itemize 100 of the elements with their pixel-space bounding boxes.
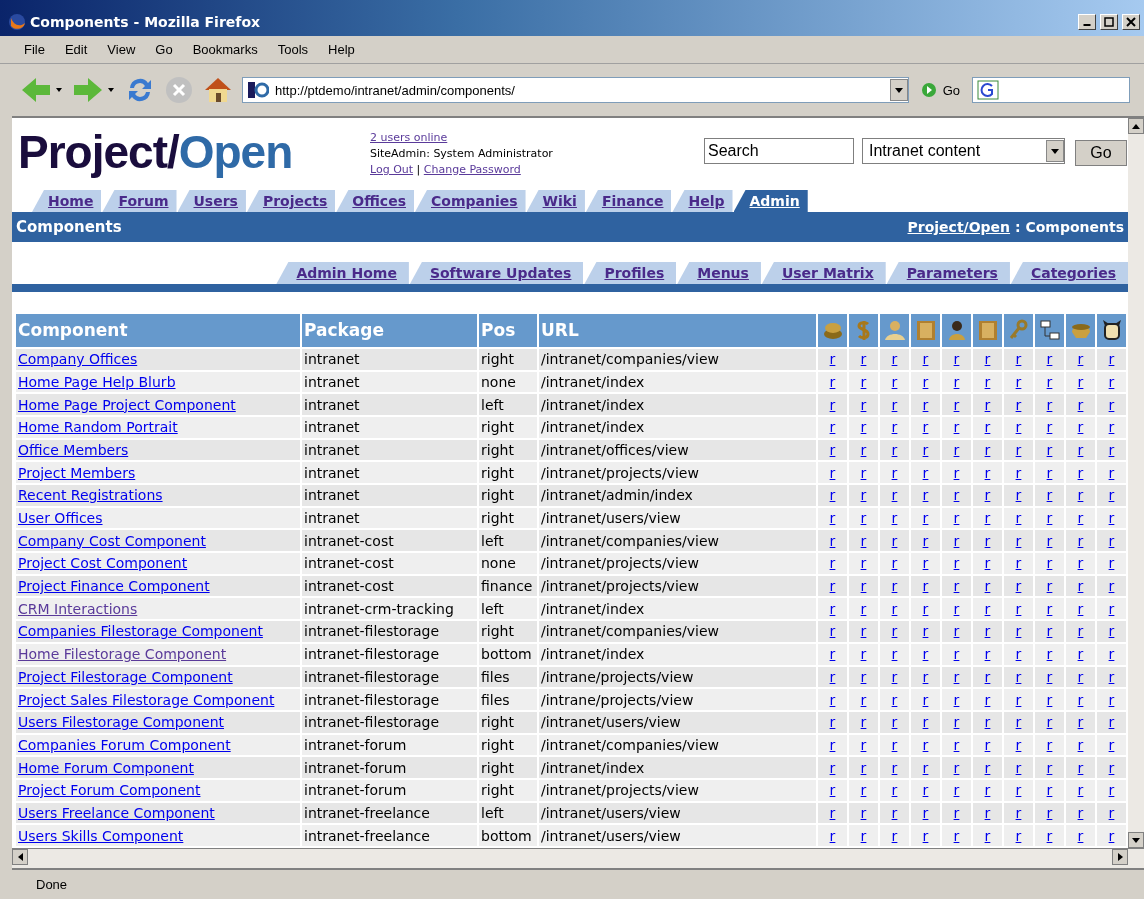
permission-link[interactable]: r bbox=[984, 759, 991, 776]
permission-link[interactable]: r bbox=[1077, 600, 1084, 617]
permission-link[interactable]: r bbox=[1046, 827, 1053, 844]
permission-link[interactable]: r bbox=[953, 714, 960, 731]
scope-select[interactable]: Intranet content bbox=[862, 138, 1065, 164]
permission-link[interactable]: r bbox=[922, 351, 929, 368]
nav-tab[interactable]: Wiki bbox=[526, 189, 585, 212]
permission-link[interactable]: r bbox=[1015, 759, 1022, 776]
permission-link[interactable]: r bbox=[860, 396, 867, 413]
permission-link[interactable]: r bbox=[1077, 487, 1084, 504]
permission-link[interactable]: r bbox=[953, 600, 960, 617]
permission-link[interactable]: r bbox=[984, 668, 991, 685]
permission-link[interactable]: r bbox=[1046, 736, 1053, 753]
permission-link[interactable]: r bbox=[829, 555, 836, 572]
permission-link[interactable]: r bbox=[922, 373, 929, 390]
permission-link[interactable]: r bbox=[922, 646, 929, 663]
permission-link[interactable]: r bbox=[1015, 441, 1022, 458]
permission-link[interactable]: r bbox=[922, 419, 929, 436]
permission-link[interactable]: r bbox=[1015, 782, 1022, 799]
search-field[interactable] bbox=[972, 77, 1130, 103]
permission-link[interactable]: r bbox=[1077, 464, 1084, 481]
permission-link[interactable]: r bbox=[1108, 804, 1115, 821]
permission-link[interactable]: r bbox=[860, 464, 867, 481]
menu-item[interactable]: File bbox=[14, 42, 55, 57]
permission-link[interactable]: r bbox=[1015, 646, 1022, 663]
permission-link[interactable]: r bbox=[1015, 373, 1022, 390]
permission-link[interactable]: r bbox=[1077, 782, 1084, 799]
sub-tab[interactable]: Menus bbox=[677, 261, 761, 284]
permission-link[interactable]: r bbox=[922, 759, 929, 776]
permission-link[interactable]: r bbox=[1108, 646, 1115, 663]
permission-link[interactable]: r bbox=[1108, 578, 1115, 595]
permission-link[interactable]: r bbox=[922, 510, 929, 527]
permission-link[interactable]: r bbox=[829, 714, 836, 731]
menu-item[interactable]: View bbox=[97, 42, 146, 57]
permission-link[interactable]: r bbox=[1015, 532, 1022, 549]
permission-link[interactable]: r bbox=[1108, 351, 1115, 368]
permission-link[interactable]: r bbox=[1046, 668, 1053, 685]
permission-link[interactable]: r bbox=[922, 804, 929, 821]
permission-link[interactable]: r bbox=[1077, 668, 1084, 685]
permission-link[interactable]: r bbox=[922, 487, 929, 504]
permission-link[interactable]: r bbox=[1015, 804, 1022, 821]
permission-link[interactable]: r bbox=[829, 464, 836, 481]
permission-link[interactable]: r bbox=[1046, 510, 1053, 527]
permission-link[interactable]: r bbox=[1077, 373, 1084, 390]
permission-link[interactable]: r bbox=[1015, 419, 1022, 436]
permission-link[interactable]: r bbox=[953, 532, 960, 549]
permission-link[interactable]: r bbox=[829, 396, 836, 413]
permission-link[interactable]: r bbox=[891, 373, 898, 390]
nav-tab[interactable]: Companies bbox=[415, 189, 526, 212]
permission-link[interactable]: r bbox=[953, 464, 960, 481]
permission-link[interactable]: r bbox=[922, 532, 929, 549]
permission-link[interactable]: r bbox=[891, 759, 898, 776]
permission-link[interactable]: r bbox=[953, 487, 960, 504]
permission-link[interactable]: r bbox=[860, 600, 867, 617]
permission-link[interactable]: r bbox=[1077, 555, 1084, 572]
permission-link[interactable]: r bbox=[1108, 736, 1115, 753]
permission-link[interactable]: r bbox=[922, 441, 929, 458]
permission-link[interactable]: r bbox=[953, 759, 960, 776]
sub-tab[interactable]: Profiles bbox=[584, 261, 677, 284]
permission-link[interactable]: r bbox=[891, 714, 898, 731]
nav-tab[interactable]: Home bbox=[32, 189, 102, 212]
permission-link[interactable]: r bbox=[1108, 782, 1115, 799]
permission-link[interactable]: r bbox=[829, 600, 836, 617]
permission-link[interactable]: r bbox=[1046, 623, 1053, 640]
maximize-button[interactable] bbox=[1100, 14, 1118, 30]
permission-link[interactable]: r bbox=[1077, 510, 1084, 527]
permission-link[interactable]: r bbox=[984, 464, 991, 481]
go-button[interactable]: Go bbox=[1075, 140, 1127, 166]
permission-link[interactable]: r bbox=[984, 351, 991, 368]
permission-link[interactable]: r bbox=[1046, 396, 1053, 413]
permission-link[interactable]: r bbox=[984, 396, 991, 413]
permission-link[interactable]: r bbox=[953, 691, 960, 708]
permission-link[interactable]: r bbox=[1077, 578, 1084, 595]
dropdown-button[interactable] bbox=[889, 79, 908, 101]
permission-link[interactable]: r bbox=[860, 646, 867, 663]
permission-link[interactable]: r bbox=[953, 555, 960, 572]
permission-link[interactable]: r bbox=[984, 804, 991, 821]
permission-link[interactable]: r bbox=[891, 668, 898, 685]
breadcrumb-link[interactable]: Project/Open bbox=[907, 218, 1011, 235]
permission-link[interactable]: r bbox=[953, 373, 960, 390]
permission-link[interactable]: r bbox=[953, 441, 960, 458]
permission-link[interactable]: r bbox=[829, 668, 836, 685]
permission-link[interactable]: r bbox=[1108, 827, 1115, 844]
nav-tab[interactable]: Admin bbox=[733, 189, 808, 212]
permission-link[interactable]: r bbox=[1108, 555, 1115, 572]
permission-link[interactable]: r bbox=[953, 510, 960, 527]
permission-link[interactable]: r bbox=[1015, 487, 1022, 504]
users-online-link[interactable]: 2 users online bbox=[370, 131, 448, 144]
permission-link[interactable]: r bbox=[922, 600, 929, 617]
sub-tab[interactable]: Software Updates bbox=[409, 261, 584, 284]
permission-link[interactable]: r bbox=[829, 351, 836, 368]
permission-link[interactable]: r bbox=[891, 441, 898, 458]
permission-link[interactable]: r bbox=[953, 668, 960, 685]
permission-link[interactable]: r bbox=[860, 510, 867, 527]
permission-link[interactable]: r bbox=[891, 351, 898, 368]
permission-link[interactable]: r bbox=[1015, 555, 1022, 572]
permission-link[interactable]: r bbox=[984, 782, 991, 799]
nav-tab[interactable]: Projects bbox=[246, 189, 336, 212]
permission-link[interactable]: r bbox=[1015, 351, 1022, 368]
permission-link[interactable]: r bbox=[984, 736, 991, 753]
